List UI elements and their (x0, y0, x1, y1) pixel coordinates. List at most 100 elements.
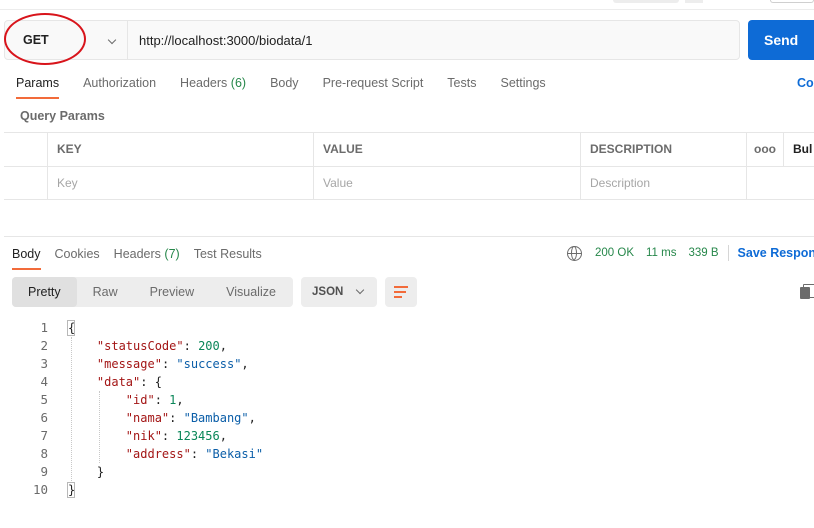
table-header-row: KEY VALUE DESCRIPTION ooo Bul (4, 133, 814, 166)
response-time[interactable]: 11 ms (646, 247, 676, 259)
code-text: "statusCode": 200, (96, 339, 227, 353)
request-tabs: Params Authorization Headers (6) Body Pr… (16, 73, 570, 101)
view-mode-raw[interactable]: Raw (77, 277, 134, 307)
method-label: GET (23, 33, 49, 47)
code-text: "data": { (96, 375, 162, 389)
pane-divider[interactable] (4, 236, 814, 237)
tab-label: Body (12, 247, 41, 261)
request-bar: GET (4, 20, 740, 60)
line-number: 8 (40, 446, 48, 461)
response-tab-cookies[interactable]: Cookies (55, 244, 100, 270)
chevron-down-icon (107, 35, 117, 45)
line-number: 2 (40, 338, 48, 353)
url-input[interactable] (128, 21, 739, 59)
response-tab-headers[interactable]: Headers (7) (114, 244, 180, 270)
send-button[interactable]: Send (748, 20, 814, 60)
column-header-description: DESCRIPTION (581, 133, 747, 166)
column-header-value: VALUE (314, 133, 581, 166)
response-status-bar: 200 OK 11 ms 339 B Save Respons (567, 245, 814, 261)
wrap-lines-icon (394, 291, 406, 293)
tab-count: (6) (230, 76, 247, 90)
line-number: 3 (40, 356, 48, 371)
tab-label: Test Results (193, 247, 262, 261)
view-mode-pretty[interactable]: Pretty (12, 277, 77, 307)
tab-settings[interactable]: Settings (500, 73, 545, 99)
query-params-title: Query Params (20, 109, 105, 123)
code-line: 8 "address": "Bekasi" (0, 445, 814, 463)
table-row: Key Value Description (4, 166, 814, 200)
bulk-edit-button[interactable]: Bul (784, 133, 814, 166)
response-body-editor[interactable]: 1{2 "statusCode": 200, 3 "message": "succ… (0, 319, 814, 499)
value-input[interactable]: Value (314, 167, 581, 200)
code-line: 4 "data": { (0, 373, 814, 391)
save-response-button[interactable]: Save Respons (738, 246, 814, 260)
line-number: 4 (40, 374, 48, 389)
key-input[interactable]: Key (48, 167, 314, 200)
row-spacer (784, 167, 814, 200)
tab-count: (7) (164, 247, 180, 261)
wrap-lines-button[interactable] (385, 277, 417, 307)
code-text: } (68, 465, 105, 479)
line-number: 1 (40, 320, 48, 335)
row-spacer (747, 167, 784, 200)
line-number: 5 (40, 392, 48, 407)
divider (727, 245, 729, 261)
line-number: 6 (40, 410, 48, 425)
checkbox-column-header (4, 133, 48, 166)
tab-headers[interactable]: Headers (6) (180, 73, 246, 99)
tab-label: Pre-request Script (322, 76, 424, 90)
column-header-key: KEY (48, 133, 314, 166)
code-line: 5 "id": 1, (0, 391, 814, 409)
top-toolbar-strip (0, 0, 814, 10)
copy-icon[interactable] (800, 284, 814, 299)
more-options-icon[interactable]: ooo (747, 133, 784, 166)
code-text: "nama": "Bambang", (125, 411, 256, 425)
code-line: 3 "message": "success", (0, 355, 814, 373)
status-code[interactable]: 200 OK (595, 247, 634, 259)
response-tab-body[interactable]: Body (12, 244, 41, 270)
view-mode-switcher: Pretty Raw Preview Visualize (12, 277, 293, 307)
tab-authorization[interactable]: Authorization (83, 73, 156, 99)
send-button-label: Send (764, 32, 799, 48)
code-text: "address": "Bekasi" (125, 447, 264, 461)
wrap-lines-icon (394, 296, 402, 298)
line-number: 10 (32, 482, 48, 497)
tab-pre-request-script[interactable]: Pre-request Script (323, 73, 424, 99)
description-input[interactable]: Description (581, 167, 747, 200)
chevron-down-icon (355, 285, 365, 295)
tab-label: Authorization (83, 76, 157, 90)
tab-label: Cookies (54, 247, 100, 261)
code-line: 7 "nik": 123456, (0, 427, 814, 445)
toolbar-fragment (770, 0, 814, 3)
tab-tests[interactable]: Tests (447, 73, 476, 99)
globe-icon[interactable] (567, 245, 582, 261)
response-tab-test-results[interactable]: Test Results (194, 244, 262, 270)
response-tabs: Body Cookies Headers (7) Test Results (12, 244, 276, 270)
code-text: "message": "success", (96, 357, 249, 371)
tab-label: Tests (447, 76, 477, 90)
code-line: 6 "nama": "Bambang", (0, 409, 814, 427)
cookies-link[interactable]: Co (797, 76, 814, 90)
tab-params[interactable]: Params (16, 73, 60, 99)
query-params-table: KEY VALUE DESCRIPTION ooo Bul Key Value … (4, 132, 814, 200)
code-text: "nik": 123456, (125, 429, 227, 443)
code-text: } (68, 483, 76, 497)
code-line: 1{ (0, 319, 814, 337)
row-checkbox-cell (4, 167, 48, 200)
view-mode-visualize[interactable]: Visualize (210, 277, 292, 307)
toolbar-fragment (613, 0, 679, 3)
format-select[interactable]: JSON (301, 277, 377, 307)
tab-label: Settings (500, 76, 546, 90)
tab-label: Headers (113, 247, 161, 261)
method-select[interactable]: GET (5, 21, 128, 59)
line-number: 7 (40, 428, 48, 443)
response-size[interactable]: 339 B (688, 247, 718, 259)
code-line: 2 "statusCode": 200, (0, 337, 814, 355)
view-mode-preview[interactable]: Preview (134, 277, 210, 307)
tab-label: Headers (180, 76, 228, 90)
code-text: "id": 1, (125, 393, 184, 407)
code-text: { (68, 321, 76, 335)
line-number: 9 (40, 464, 48, 479)
tab-label: Body (270, 76, 299, 90)
tab-body[interactable]: Body (270, 73, 299, 99)
